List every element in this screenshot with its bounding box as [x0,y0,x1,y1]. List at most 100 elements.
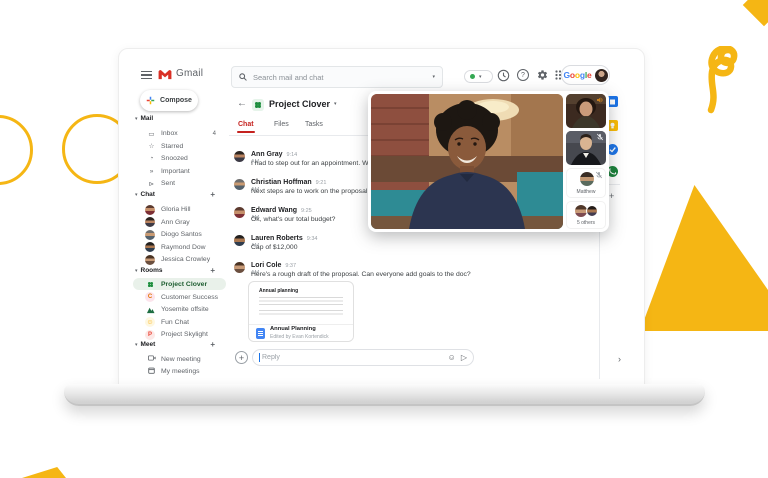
multicolor-plus-icon [146,96,155,105]
sidebar-item-inbox[interactable]: ▭Inbox4 [128,128,229,139]
mail-section-header[interactable]: ▾Mail [135,115,153,122]
clock-icon[interactable] [497,69,510,82]
gmail-logo-icon [158,69,172,80]
snooze-clock-icon: ◔ [147,155,156,162]
room-row-yosemite-offsite[interactable]: Yosemite offsite [128,304,229,315]
yellow-diamond-decoration [743,0,768,26]
chat-contact-row[interactable]: Ann Gray [128,217,229,228]
star-icon: ☆ [147,142,156,150]
avatar [234,179,245,190]
tab-files[interactable]: Files [274,121,289,128]
participant-tile-others[interactable]: 5 others [566,201,606,229]
chat-contact-row[interactable]: Gloria Hill [128,204,229,215]
document-preview: Annual planning [259,288,343,324]
send-icon[interactable]: ▷ [461,353,467,362]
chevron-down-icon: ▾ [479,74,482,80]
gmail-wordmark: Gmail [176,68,203,79]
chat-section-header[interactable]: ▾Chat+ [135,191,229,198]
avatar [145,205,155,215]
chevron-down-icon: ▾ [334,101,337,107]
settings-gear-icon[interactable] [536,69,549,82]
document-footer: Annual PlanningEdited by Evan Kortendick [249,324,353,341]
avatar [234,151,245,162]
collapse-caret-icon: ▾ [135,116,138,122]
speaker-video [371,94,563,229]
sidebar-item-important[interactable]: »Important [128,166,229,177]
calendar-outline-icon [147,367,156,376]
main-video-feed [371,94,563,229]
google-account-pill[interactable]: Google [561,65,610,85]
room-row-project-skylight[interactable]: PProject Skylight [128,329,229,340]
sent-arrow-icon: ⊳ [147,180,156,188]
active-tab-underline [237,131,255,133]
account-avatar[interactable] [595,69,608,82]
get-addons-button[interactable]: + [609,191,614,201]
collapse-caret-icon: ▾ [135,192,138,198]
collapse-caret-icon: ▾ [135,268,138,274]
laptop-screen: Gmail Search mail and chat ▾ ▾ ? [118,48,645,385]
tab-chat[interactable]: Chat [238,121,254,128]
mic-muted-icon [595,171,603,179]
room-initial-avatar: P [145,330,155,340]
participant-video-thumbnail[interactable] [566,94,606,128]
google-logo: Google [563,70,591,80]
document-attachment-card[interactable]: Annual planning Annual PlanningEdited by… [248,281,354,342]
page: Gmail Search mail and chat ▾ ▾ ? [0,0,768,478]
help-icon[interactable]: ? [517,69,529,81]
status-pill[interactable]: ▾ [464,70,493,83]
chat-contact-row[interactable]: Diogo Santos [128,229,229,240]
add-room-icon[interactable]: + [210,266,215,275]
yellow-triangle-decoration [640,185,768,331]
room-row-project-clover[interactable]: Project Clover [128,279,229,290]
sidebar-item-snoozed[interactable]: ◔Snoozed [128,153,229,164]
reply-input[interactable] [259,353,443,362]
room-row-customer-success[interactable]: CCustomer Success [128,292,229,303]
avatar [586,205,598,217]
search-icon [239,73,247,81]
menu-icon[interactable] [141,71,152,81]
avatar [234,235,245,246]
avatar [580,172,594,186]
rooms-section-header[interactable]: ▾Rooms+ [135,267,229,274]
room-avatar-clover-icon [252,99,264,111]
sidebar-item-new-meeting[interactable]: New meeting [128,354,229,365]
chat-contact-row[interactable]: Jessica Crowley [128,254,229,265]
emoji-icon[interactable]: ☺ [448,353,456,362]
mountain-icon [145,305,155,315]
room-title-row[interactable]: Project Clover ▾ [269,99,337,109]
active-status-dot [470,74,475,79]
meet-section-header[interactable]: ▾Meet+ [135,341,229,348]
back-arrow-icon[interactable]: ← [237,98,247,109]
search-bar[interactable]: Search mail and chat ▾ [231,66,443,88]
inbox-count: 4 [213,131,216,137]
yellow-circle-decoration-left [0,115,33,185]
chat-contact-row[interactable]: Raymond Dow [128,242,229,253]
room-title: Project Clover [269,99,330,109]
smiley-icon: ☺ [145,317,155,327]
yellow-triangle-tip-decoration [22,467,66,478]
add-meeting-icon[interactable]: + [210,340,215,349]
sidebar-item-sent[interactable]: ⊳Sent [128,178,229,189]
tab-tasks[interactable]: Tasks [305,121,323,128]
sidebar-item-my-meetings[interactable]: My meetings [128,366,229,377]
participant-tile-matthew[interactable]: Matthew [566,168,606,198]
reply-bar[interactable]: ☺ ▷ [252,349,474,366]
important-tag-icon: » [147,168,156,175]
mic-muted-icon [596,133,604,141]
participant-video-thumbnail[interactable] [566,131,606,165]
yellow-squiggle-decoration [700,46,744,118]
collapse-panel-chevron-icon[interactable]: › [618,354,621,364]
add-attachment-button[interactable]: + [235,351,248,364]
sidebar-item-starred[interactable]: ☆Starred [128,141,229,152]
room-row-fun-chat[interactable]: ☺Fun Chat [128,317,229,328]
search-options-caret-icon[interactable]: ▾ [432,74,435,80]
active-speaker-icon [596,96,604,104]
gmail-app: Gmail Search mail and chat ▾ ▾ ? [128,58,638,379]
inbox-icon: ▭ [147,130,156,138]
compose-button[interactable]: Compose [140,90,198,111]
clover-icon [145,280,155,290]
preview-text-lines [259,297,343,306]
add-chat-icon[interactable]: + [210,190,215,199]
preview-text-lines [259,310,343,317]
others-count-label: 5 others [567,220,605,226]
